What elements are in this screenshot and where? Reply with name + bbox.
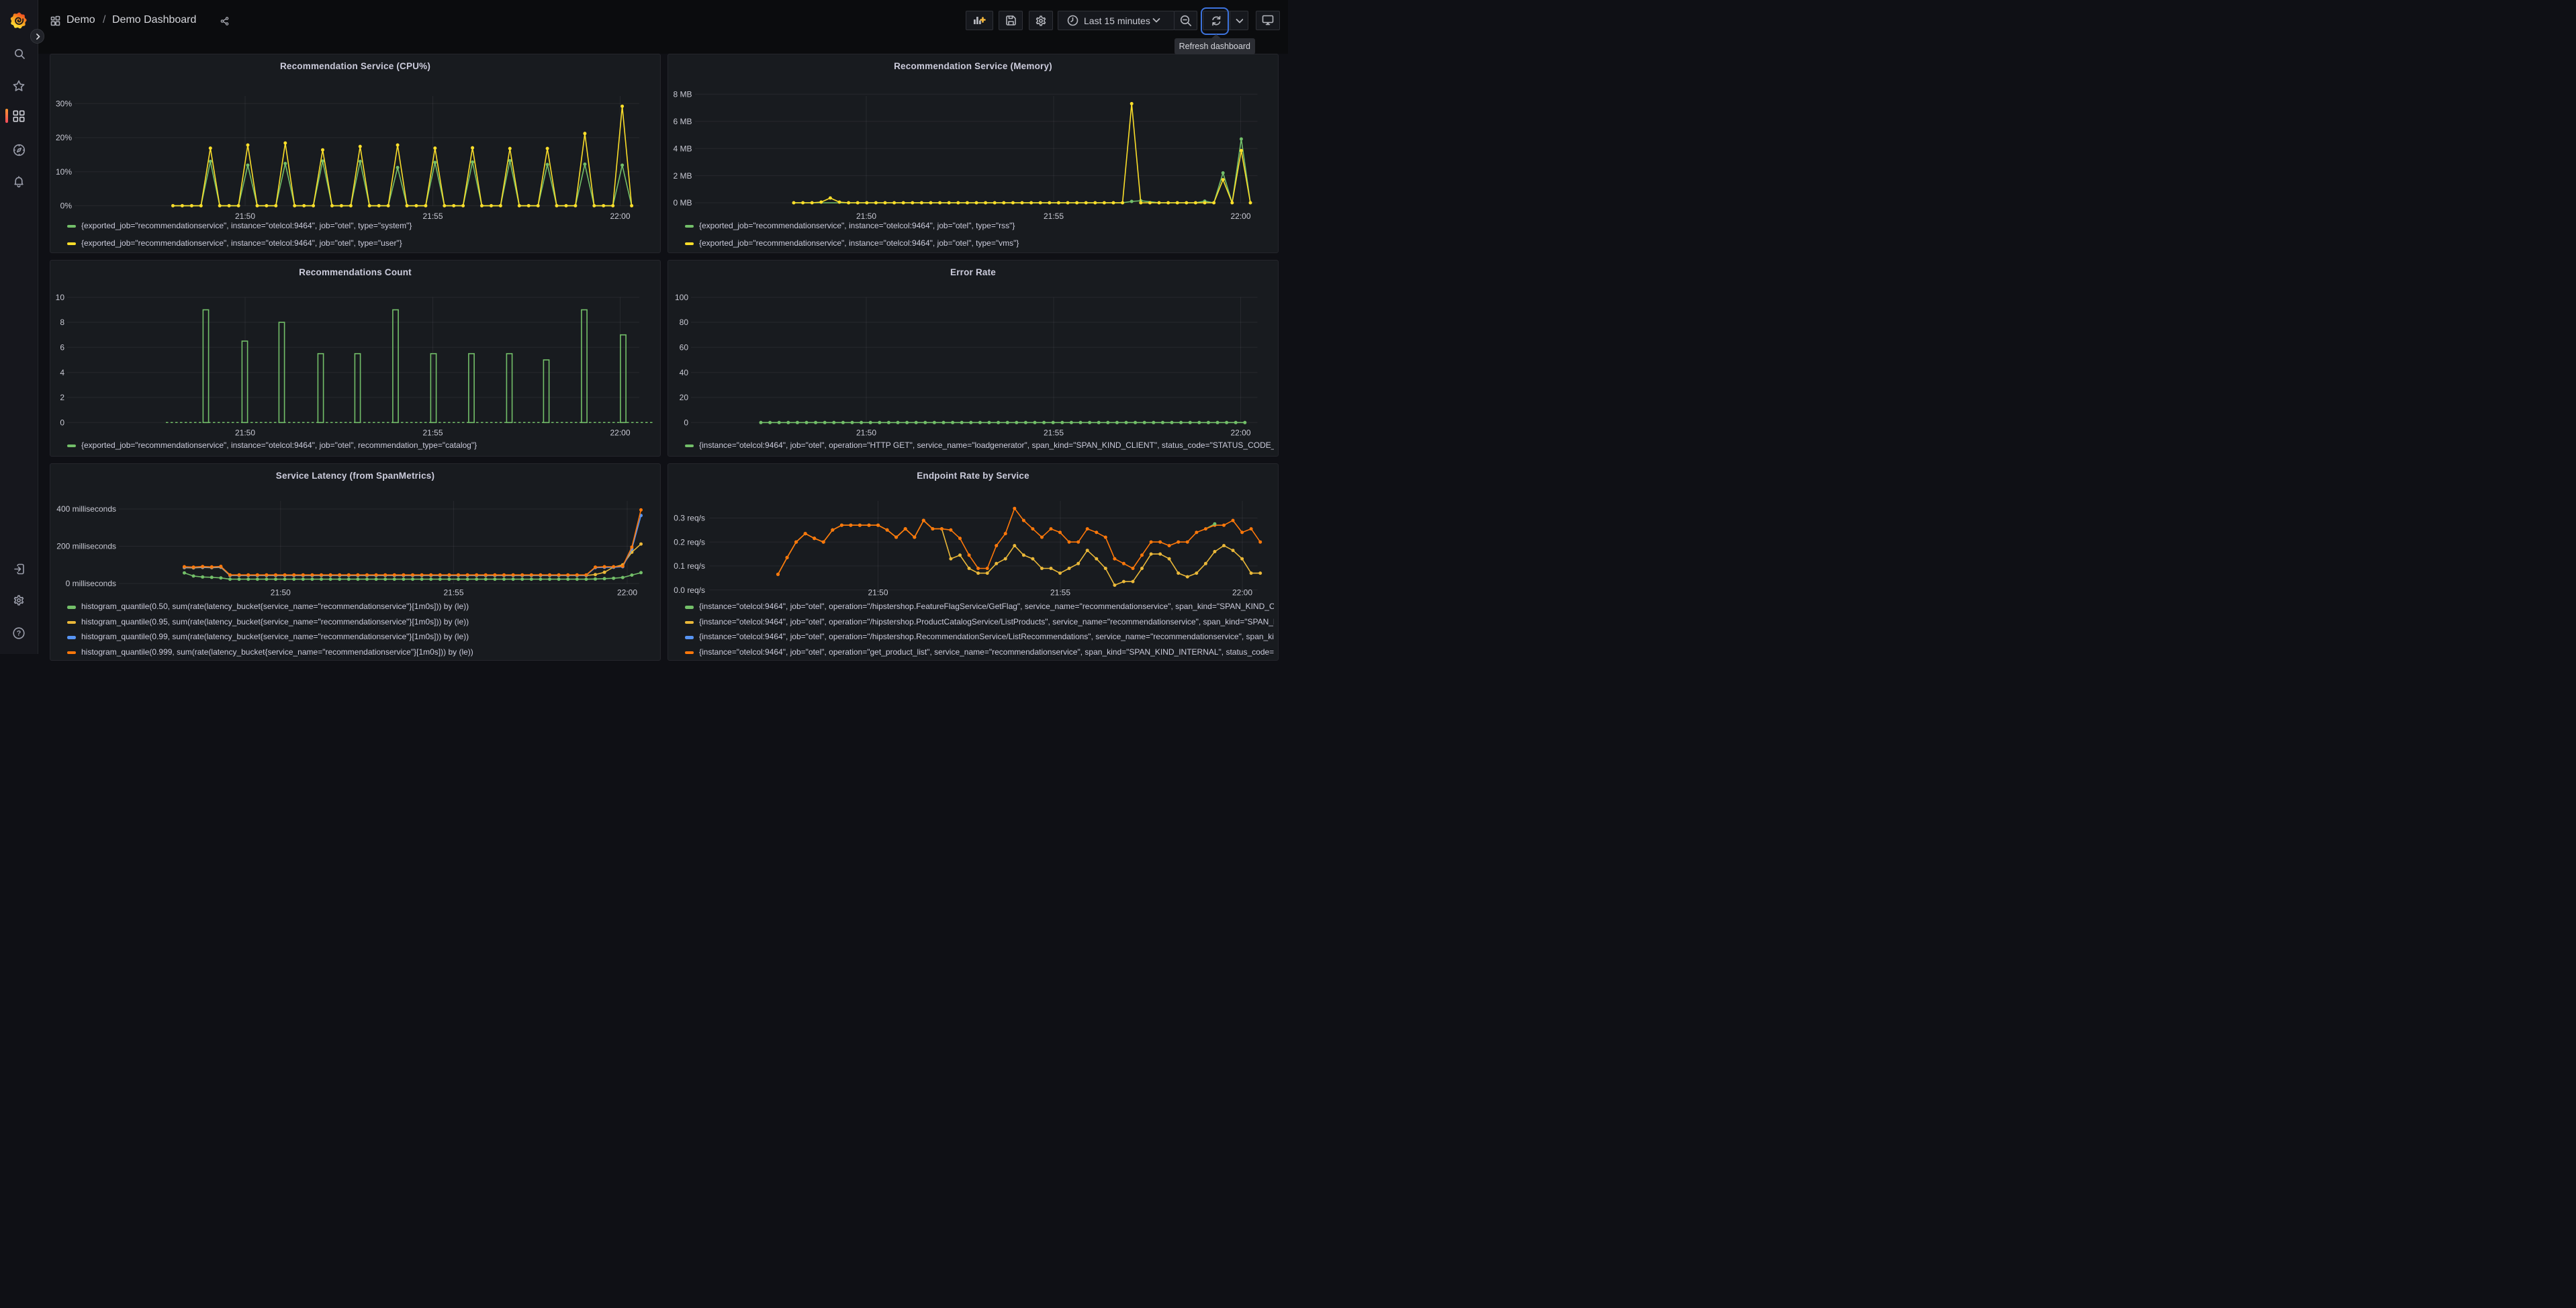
svg-text:0%: 0% xyxy=(60,201,73,211)
svg-text:21:55: 21:55 xyxy=(443,588,463,598)
svg-text:21:50: 21:50 xyxy=(235,428,255,437)
svg-text:80: 80 xyxy=(680,318,689,327)
svg-text:0.2 req/s: 0.2 req/s xyxy=(674,537,705,547)
svg-text:22:00: 22:00 xyxy=(1230,428,1250,437)
svg-text:0 MB: 0 MB xyxy=(673,198,692,207)
svg-text:21:55: 21:55 xyxy=(1050,588,1070,598)
svg-text:0.1 req/s: 0.1 req/s xyxy=(674,561,705,571)
svg-text:4 MB: 4 MB xyxy=(673,144,692,153)
svg-text:21:50: 21:50 xyxy=(856,212,876,221)
svg-text:8: 8 xyxy=(60,318,64,327)
svg-text:10%: 10% xyxy=(56,167,72,177)
svg-text:6: 6 xyxy=(60,342,64,352)
svg-text:22:00: 22:00 xyxy=(610,212,630,221)
svg-text:20: 20 xyxy=(680,393,689,402)
svg-text:40: 40 xyxy=(680,367,689,377)
svg-text:21:55: 21:55 xyxy=(1044,212,1064,221)
svg-text:4: 4 xyxy=(60,367,64,377)
svg-text:8 MB: 8 MB xyxy=(673,90,692,99)
svg-text:21:50: 21:50 xyxy=(868,588,888,598)
svg-text:60: 60 xyxy=(680,342,689,352)
svg-text:21:55: 21:55 xyxy=(422,428,443,437)
svg-text:20%: 20% xyxy=(56,133,72,142)
svg-text:21:50: 21:50 xyxy=(856,428,876,437)
svg-text:22:00: 22:00 xyxy=(1230,212,1250,221)
svg-text:22:00: 22:00 xyxy=(1232,588,1252,598)
svg-text:400 milliseconds: 400 milliseconds xyxy=(56,504,116,514)
svg-text:0 milliseconds: 0 milliseconds xyxy=(66,579,116,588)
svg-text:2 MB: 2 MB xyxy=(673,171,692,181)
svg-text:0: 0 xyxy=(684,418,688,427)
svg-text:21:55: 21:55 xyxy=(1044,428,1064,437)
svg-text:30%: 30% xyxy=(56,99,72,109)
svg-text:6 MB: 6 MB xyxy=(673,117,692,126)
svg-text:200 milliseconds: 200 milliseconds xyxy=(56,542,116,551)
svg-text:0.0 req/s: 0.0 req/s xyxy=(674,586,705,595)
svg-text:21:50: 21:50 xyxy=(271,588,291,598)
svg-text:10: 10 xyxy=(56,293,65,302)
svg-text:22:00: 22:00 xyxy=(610,428,630,437)
svg-text:21:50: 21:50 xyxy=(235,212,255,221)
svg-text:22:00: 22:00 xyxy=(617,588,637,598)
svg-text:2: 2 xyxy=(60,393,64,402)
svg-text:0: 0 xyxy=(60,418,64,427)
svg-text:100: 100 xyxy=(675,293,688,302)
svg-text:?: ? xyxy=(17,629,21,637)
svg-text:21:55: 21:55 xyxy=(422,212,443,221)
svg-text:0.3 req/s: 0.3 req/s xyxy=(674,514,705,523)
